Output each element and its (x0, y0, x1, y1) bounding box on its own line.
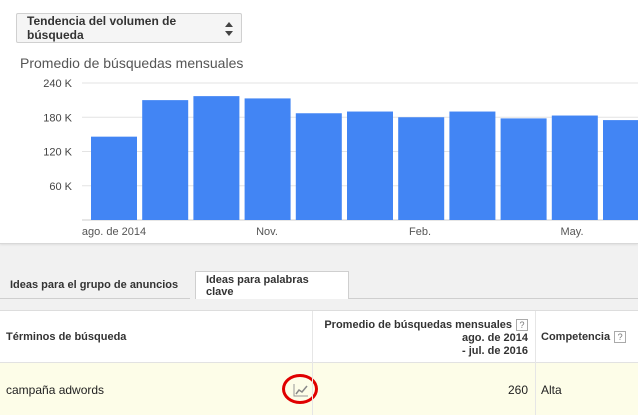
y-tick-label: 180 K (43, 112, 72, 124)
line-chart-icon[interactable] (293, 383, 309, 397)
header-avg-date-end: - jul. de 2016 (461, 345, 528, 357)
header-competition[interactable]: Competencia? (541, 331, 627, 344)
bar (91, 136, 137, 220)
keyword-avg-searches: 260 (507, 383, 528, 397)
keyword-table: Términos de búsqueda Promedio de búsqued… (0, 310, 638, 415)
help-icon[interactable]: ? (516, 319, 528, 332)
bar (193, 96, 240, 220)
bar (603, 120, 638, 220)
keyword-competition: Alta (541, 383, 562, 397)
header-search-terms: Términos de búsqueda (6, 331, 127, 343)
chart-title: Promedio de búsquedas mensuales (20, 55, 244, 71)
monthly-searches-chart: 240 K 180 K 120 K 60 K ago. de 2014 Nov. Feb. M… (43, 78, 638, 238)
header-avg-label: Promedio de búsquedas mensuales (324, 319, 512, 331)
table-header: Términos de búsqueda Promedio de búsqued… (0, 311, 638, 363)
column-divider (535, 311, 536, 415)
x-tick-label: Feb. (409, 226, 431, 238)
keyword-term: campaña adwords (6, 383, 105, 397)
bar (398, 117, 445, 220)
bar (500, 118, 547, 220)
x-tick-label: May. (560, 226, 583, 238)
help-icon[interactable]: ? (614, 331, 627, 344)
bar (449, 111, 496, 220)
tab-ad-group-ideas[interactable]: Ideas para el grupo de anuncios (0, 271, 190, 299)
header-avg-monthly-searches[interactable]: Promedio de búsquedas mensuales? ago. de… (288, 319, 528, 358)
y-tick-label: 240 K (43, 78, 72, 90)
bar (142, 100, 189, 220)
table-row: campaña adwords 260 Alta (0, 363, 638, 415)
tab-keyword-ideas[interactable]: Ideas para palabras clave (195, 271, 349, 299)
header-competition-label: Competencia (541, 331, 611, 343)
tab-divider (349, 298, 638, 299)
bar (244, 98, 291, 220)
bar (347, 111, 393, 220)
header-avg-date-start: ago. de 2014 (461, 332, 528, 344)
column-divider (312, 311, 313, 415)
bar (551, 115, 598, 220)
bar (295, 113, 342, 220)
sort-arrows-icon (225, 22, 233, 36)
y-tick-label: 120 K (43, 147, 72, 159)
search-volume-card: Tendencia del volumen de búsqueda Promed… (0, 0, 638, 244)
x-tick-label: Nov. (256, 226, 278, 238)
y-tick-label: 60 K (49, 181, 72, 193)
trend-dropdown[interactable]: Tendencia del volumen de búsqueda (16, 13, 242, 43)
x-tick-label: ago. de 2014 (82, 226, 146, 238)
ideas-tabs: Ideas para el grupo de anuncios Ideas pa… (0, 271, 638, 299)
trend-dropdown-label: Tendencia del volumen de búsqueda (27, 14, 177, 42)
